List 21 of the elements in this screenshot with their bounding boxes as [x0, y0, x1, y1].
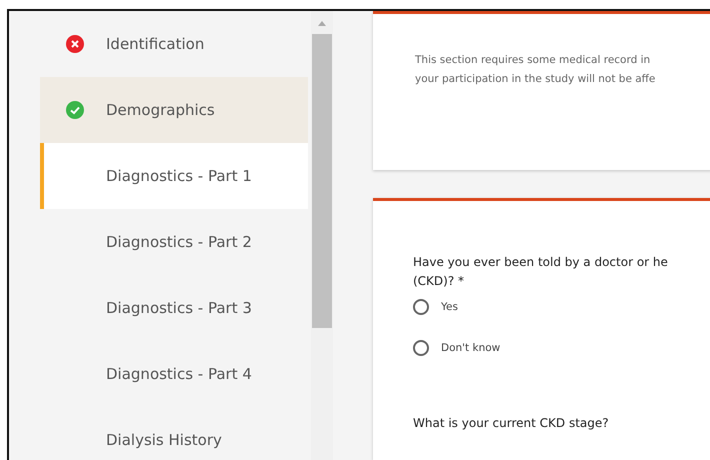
question-text: What is your current CKD stage?	[413, 415, 610, 432]
section-nav-item[interactable]: Identification	[40, 11, 308, 77]
scroll-up-icon[interactable]	[318, 21, 326, 26]
radio-button[interactable]	[413, 340, 429, 356]
section-nav-item[interactable]: Diagnostics - Part 2	[40, 209, 308, 275]
section-nav-item[interactable]: Diagnostics - Part 4	[40, 341, 308, 407]
radio-button[interactable]	[413, 299, 429, 315]
question-text: Have you ever been told by a doctor or he	[413, 254, 669, 271]
check-circle-icon	[66, 101, 84, 119]
option-label: Don't know	[441, 342, 500, 354]
section-nav-item[interactable]: Diagnostics - Part 1	[40, 143, 308, 209]
intro-text: This section requires some medical record in	[415, 53, 652, 68]
option-label: Yes	[441, 301, 458, 313]
section-nav-item[interactable]: Demographics	[40, 77, 308, 143]
question-text: (CKD)? *	[413, 273, 466, 290]
error-icon	[66, 35, 84, 53]
section-nav-item[interactable]: Diagnostics - Part 3	[40, 275, 308, 341]
scrollbar[interactable]	[311, 11, 333, 460]
scrollbar-thumb[interactable]	[312, 34, 332, 328]
section-nav-item[interactable]: Dialysis History	[40, 407, 308, 460]
intro-text: your participation in the study will not be affe	[415, 72, 656, 87]
